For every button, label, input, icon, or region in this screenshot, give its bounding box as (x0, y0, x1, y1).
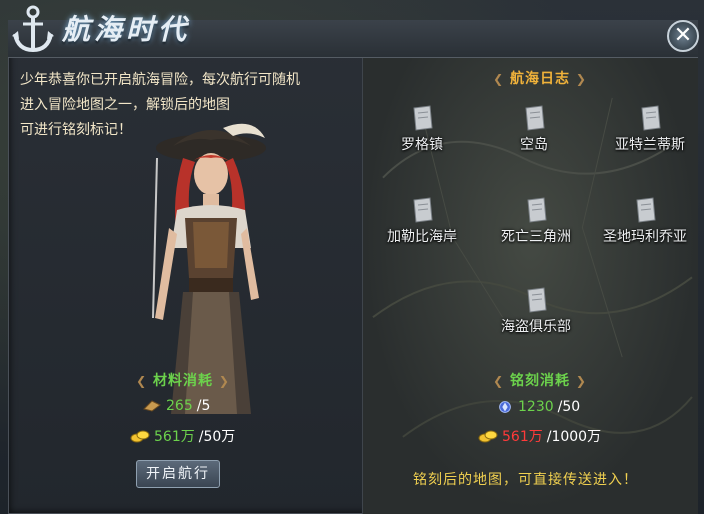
gold-need: /50万 (198, 429, 236, 445)
map-node-label: 海盗俱乐部 (501, 319, 571, 335)
gold-icon (130, 430, 150, 443)
crystal-have: 1230 (518, 399, 554, 415)
left-arrow-icon: ❮ (493, 72, 505, 86)
materials-title-row: ❮ 材料消耗 ❯ (123, 370, 243, 390)
map-node-death-delta[interactable]: 死亡三角洲 (486, 196, 586, 246)
scroll-icon (636, 197, 656, 223)
engrave-title: 铭刻消耗 (510, 373, 570, 389)
map-node-atlantis[interactable]: 亚特兰蒂斯 (600, 104, 700, 154)
scroll-icon (527, 197, 547, 223)
left-section: 少年恭喜你已开启航海冒险，每次航行可随机 进入冒险地图之一，解锁后的地图 可进行… (8, 58, 360, 514)
right-arrow-icon: ❯ (575, 72, 587, 86)
map-node-mary-geoise[interactable]: 圣地玛利乔亚 (590, 196, 700, 246)
scroll-icon (413, 105, 433, 131)
scroll-icon (641, 105, 661, 131)
scroll-icon (525, 105, 545, 131)
material-icon (143, 400, 161, 412)
map-node-label: 空岛 (520, 137, 548, 153)
map-node-sky-island[interactable]: 空岛 (484, 104, 584, 154)
crystal-icon (499, 401, 511, 413)
left-arrow-icon: ❮ (493, 374, 505, 388)
anchor-icon (12, 5, 54, 53)
map-node-label: 圣地玛利乔亚 (603, 229, 687, 245)
engrave-gold-need: /1000万 (546, 429, 602, 445)
gold-cost-row: 561万/50万 (130, 426, 235, 446)
crystal-cost-row: 1230/50 (496, 398, 580, 416)
gold-have: 561万 (154, 429, 195, 445)
close-button[interactable]: ✕ (667, 20, 699, 52)
voyage-log-title-row: ❮ 航海日志 ❯ (480, 68, 600, 88)
map-node-label: 罗格镇 (401, 137, 443, 153)
material-have: 265 (166, 398, 193, 414)
map-node-pirate-club[interactable]: 海盗俱乐部 (486, 286, 586, 336)
intro-line: 少年恭喜你已开启航海冒险，每次航行可随机 (20, 72, 300, 88)
engrave-title-row: ❮ 铭刻消耗 ❯ (480, 370, 600, 390)
engrave-footer-note: 铭刻后的地图，可直接传送进入！ (413, 472, 638, 488)
material-need: /5 (196, 398, 211, 414)
map-node-rogue-town[interactable]: 罗格镇 (372, 104, 472, 154)
material-cost-row: 265/5 (142, 398, 210, 414)
left-arrow-icon: ❮ (136, 374, 148, 388)
engrave-gold-cost-row: 561万/1000万 (478, 426, 601, 446)
map-node-label: 加勒比海岸 (387, 229, 457, 245)
map-node-label: 死亡三角洲 (501, 229, 571, 245)
window-title-logo: 航海时代 (4, 0, 224, 60)
scroll-icon (527, 287, 547, 313)
right-arrow-icon: ❯ (218, 374, 230, 388)
intro-line: 进入冒险地图之一，解锁后的地图 (20, 97, 230, 113)
crystal-need: /50 (557, 399, 581, 415)
gold-icon (478, 430, 498, 443)
engrave-gold-have: 561万 (502, 429, 543, 445)
materials-title: 材料消耗 (153, 373, 213, 389)
map-node-caribbean-coast[interactable]: 加勒比海岸 (372, 196, 472, 246)
start-voyage-button[interactable]: 开启航行 (136, 460, 220, 488)
window-title: 航海时代 (62, 13, 191, 46)
map-node-label: 亚特兰蒂斯 (615, 137, 685, 153)
right-arrow-icon: ❯ (575, 374, 587, 388)
scroll-icon (413, 197, 433, 223)
voyage-log-title: 航海日志 (510, 71, 570, 87)
